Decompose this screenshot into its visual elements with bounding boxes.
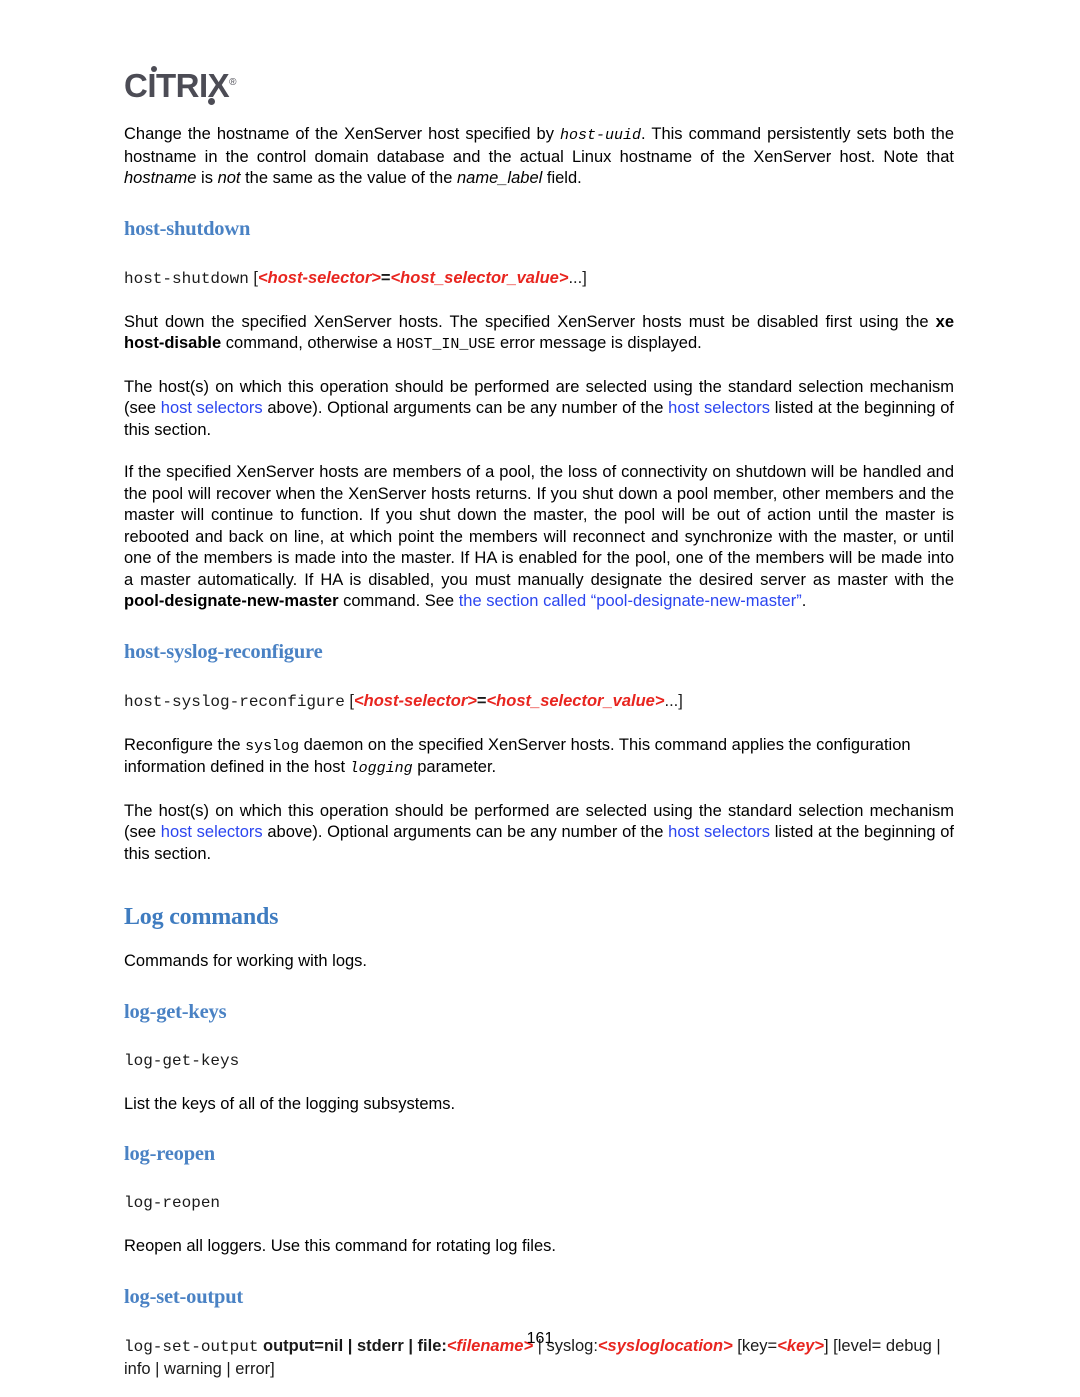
citrix-logo-wordmark: CITRIX®: [124, 63, 237, 106]
syntax-open-bracket: [: [344, 691, 355, 710]
pool-designate-new-master-bold: pool-designate-new-master: [124, 592, 339, 610]
intro-text-3: is: [196, 169, 218, 187]
syntax-log-get-keys: log-get-keys: [124, 1051, 240, 1070]
syntax-command-name: host-syslog-reconfigure: [124, 692, 345, 711]
syntax-close-bracket: ]: [678, 691, 683, 710]
intro-text-4: the same as the value of the: [240, 169, 457, 187]
heading-log-set-output: log-set-output: [124, 1285, 244, 1308]
syntax-equals: =: [476, 691, 487, 710]
hsr-p1-text-1: Reconfigure the: [124, 735, 246, 754]
hs-p1-text-3: error message is displayed.: [495, 334, 702, 352]
link-host-selectors-4[interactable]: host selectors: [668, 823, 770, 841]
syntax-open-bracket: [: [248, 268, 258, 287]
host-uuid-code: host-uuid: [560, 127, 642, 144]
host-shutdown-paragraph-3: If the specified XenServer hosts are mem…: [124, 462, 954, 613]
document-page: CITRIX® Change the hostname of the XenSe…: [0, 0, 1080, 1397]
syntax-host-syslog-reconfigure: host-syslog-reconfigure [<host-selector>…: [124, 690, 954, 713]
citrix-logo-dot-top-icon: [151, 66, 157, 72]
host-shutdown-paragraph-2: The host(s) on which this operation shou…: [124, 377, 954, 442]
syntax-param-host-selector: <host-selector>: [354, 691, 477, 710]
hs-p2-text-2: above). Optional arguments can be any nu…: [262, 399, 669, 417]
syntax-ellipsis: ...: [568, 268, 583, 287]
heading-log-commands: Log commands: [124, 904, 279, 930]
intro-text-1: Change the hostname of the XenServer hos…: [124, 125, 561, 143]
hsr-p2-text-2: above). Optional arguments can be any nu…: [262, 823, 669, 841]
hs-p3-text-2: command. See: [338, 592, 459, 610]
syntax-ellipsis: ...: [664, 691, 679, 710]
host-syslog-paragraph-2: The host(s) on which this operation shou…: [124, 801, 954, 866]
intro-text-5: field.: [542, 169, 582, 187]
syntax-log-reopen: log-reopen: [124, 1194, 221, 1212]
heading-host-syslog-reconfigure: host-syslog-reconfigure: [124, 640, 323, 663]
log-commands-intro: Commands for working with logs.: [124, 952, 368, 970]
page-number: 161: [526, 1330, 554, 1347]
syntax-param-host-selector: <host-selector>: [258, 268, 381, 287]
link-host-selectors-2[interactable]: host selectors: [668, 399, 770, 417]
link-host-selectors-3[interactable]: host selectors: [161, 823, 263, 841]
citrix-logo: CITRIX®: [124, 63, 314, 107]
not-emphasis: not: [217, 169, 241, 187]
syntax-close-bracket: ]: [582, 268, 587, 287]
log-get-keys-description: List the keys of all of the logging subs…: [124, 1094, 456, 1113]
citrix-logo-dot-bottom-icon: [208, 98, 215, 105]
intro-paragraph: Change the hostname of the XenServer hos…: [124, 124, 954, 190]
syslog-code: syslog: [245, 737, 300, 755]
hs-p1-text-2: command, otherwise a: [221, 334, 397, 352]
link-host-selectors-1[interactable]: host selectors: [161, 399, 263, 417]
log-reopen-description: Reopen all loggers. Use this command for…: [124, 1237, 556, 1255]
hsr-p1-text-3: parameter.: [412, 758, 497, 776]
logging-code: logging: [349, 760, 413, 777]
syntax-param-host-selector-value: <host_selector_value>: [486, 691, 665, 710]
heading-log-get-keys: log-get-keys: [124, 1000, 227, 1023]
registered-trademark-icon: ®: [229, 77, 237, 88]
host-syslog-paragraph-1: Reconfigure the syslog daemon on the spe…: [124, 735, 954, 780]
hs-p3-text-3: .: [801, 592, 807, 610]
page-content: Change the hostname of the XenServer hos…: [124, 124, 954, 1381]
link-section-pool-designate-new-master[interactable]: the section called “pool-designate-new-m…: [459, 592, 802, 610]
syntax-host-shutdown: host-shutdown [<host-selector>=<host_sel…: [124, 267, 954, 290]
hs-p3-text-1: If the specified XenServer hosts are mem…: [124, 463, 954, 589]
name-label-emphasis: name_label: [456, 169, 543, 187]
host-in-use-code: HOST_IN_USE: [396, 336, 496, 353]
syntax-equals: =: [380, 268, 391, 287]
hostname-emphasis: hostname: [124, 169, 197, 187]
syntax-param-host-selector-value: <host_selector_value>: [390, 268, 569, 287]
hs-p1-text-1: Shut down the specified XenServer hosts.…: [124, 312, 936, 331]
heading-log-reopen: log-reopen: [124, 1143, 216, 1165]
syntax-command-name: host-shutdown: [124, 269, 249, 288]
host-shutdown-paragraph-1: Shut down the specified XenServer hosts.…: [124, 312, 954, 356]
heading-host-shutdown: host-shutdown: [124, 217, 251, 240]
